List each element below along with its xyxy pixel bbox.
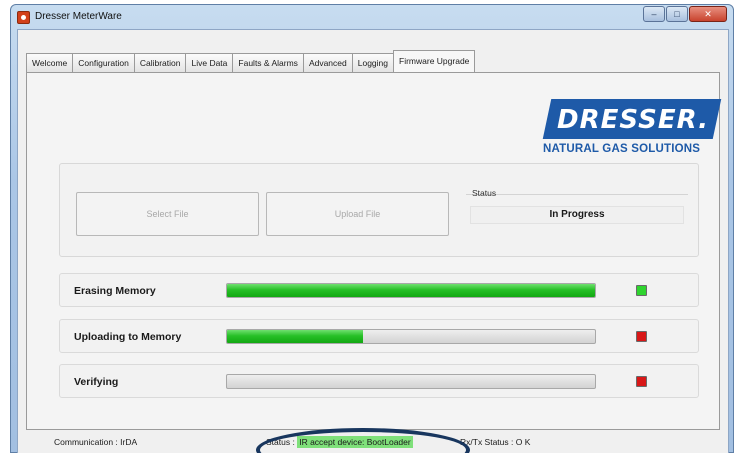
tab-logging[interactable]: Logging (351, 53, 395, 72)
progress-row-verifying: Verifying (59, 364, 699, 398)
title-bar[interactable]: Dresser MeterWare – □ ✕ (11, 5, 733, 29)
progress-label: Uploading to Memory (74, 331, 182, 343)
status-indicator-uploading (636, 331, 647, 342)
tab-firmware-upgrade[interactable]: Firmware Upgrade (393, 50, 476, 72)
status-divider (466, 194, 688, 195)
communication-status: Communication : IrDA (54, 437, 138, 447)
select-file-button[interactable]: Select File (76, 192, 259, 236)
status-label: Status (472, 188, 497, 198)
logo-subtitle: NATURAL GAS SOLUTIONS (543, 143, 701, 155)
tab-welcome[interactable]: Welcome (26, 53, 74, 72)
status-value: In Progress (470, 206, 684, 224)
tab-configuration[interactable]: Configuration (72, 53, 135, 72)
client-area: Welcome Configuration Calibration Live D… (17, 29, 729, 453)
progress-fill (227, 284, 595, 297)
progress-bar-verifying (226, 374, 596, 389)
progress-bar-uploading (226, 329, 596, 344)
maximize-button[interactable]: □ (666, 6, 688, 22)
tab-faults-alarms[interactable]: Faults & Alarms (232, 53, 304, 72)
app-window: Dresser MeterWare – □ ✕ Welcome Configur… (10, 4, 734, 453)
upload-file-button[interactable]: Upload File (266, 192, 449, 236)
dresser-logo: DRESSER. NATURAL GAS SOLUTIONS (539, 99, 722, 161)
tab-calibration[interactable]: Calibration (133, 53, 187, 72)
progress-fill (227, 330, 364, 343)
status-indicator-erasing (636, 285, 647, 296)
tab-live-data[interactable]: Live Data (185, 53, 234, 72)
progress-label: Verifying (74, 376, 119, 388)
progress-bar-erasing (226, 283, 596, 298)
window-title: Dresser MeterWare (35, 11, 122, 22)
close-button[interactable]: ✕ (689, 6, 727, 22)
rxtx-status: Rx/Tx Status : O K (460, 437, 531, 447)
progress-label: Erasing Memory (74, 285, 156, 297)
status-indicator-verifying (636, 376, 647, 387)
minimize-button[interactable]: – (643, 6, 665, 22)
tab-advanced[interactable]: Advanced (302, 53, 353, 72)
progress-row-erasing: Erasing Memory (59, 273, 699, 307)
window-controls: – □ ✕ (643, 6, 727, 22)
status-group: Status In Progress (466, 182, 688, 240)
progress-row-uploading: Uploading to Memory (59, 319, 699, 353)
tab-strip: Welcome Configuration Calibration Live D… (26, 50, 476, 72)
logo-brand: DRESSER. (557, 105, 710, 135)
file-group: Select File Upload File Status In Progre… (59, 163, 699, 257)
firmware-upgrade-panel: DRESSER. NATURAL GAS SOLUTIONS Select Fi… (26, 72, 722, 430)
app-icon (17, 11, 30, 24)
